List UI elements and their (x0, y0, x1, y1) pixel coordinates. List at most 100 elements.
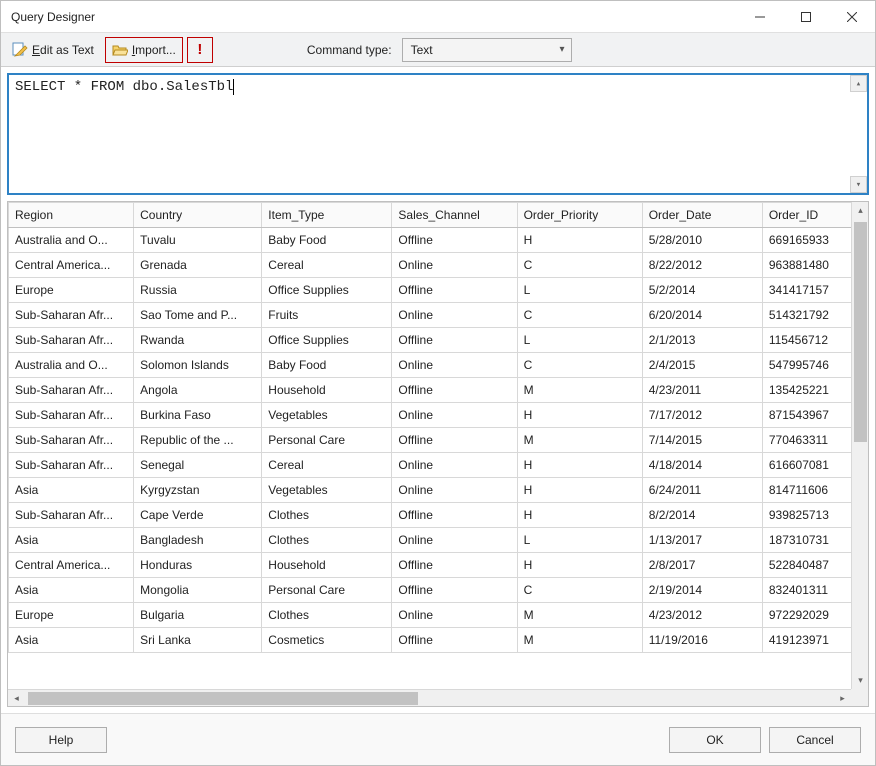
table-cell[interactable]: 341417157 (762, 278, 862, 303)
table-cell[interactable]: M (517, 378, 642, 403)
table-cell[interactable]: H (517, 403, 642, 428)
table-cell[interactable]: Republic of the ... (134, 428, 262, 453)
table-cell[interactable]: 6/20/2014 (642, 303, 762, 328)
table-row[interactable]: Sub-Saharan Afr...Republic of the ...Per… (9, 428, 863, 453)
table-cell[interactable]: H (517, 228, 642, 253)
table-cell[interactable]: 115456712 (762, 328, 862, 353)
table-cell[interactable]: 5/2/2014 (642, 278, 762, 303)
table-cell[interactable]: Angola (134, 378, 262, 403)
table-cell[interactable]: Russia (134, 278, 262, 303)
table-cell[interactable]: Offline (392, 628, 517, 653)
ok-button[interactable]: OK (669, 727, 761, 753)
table-cell[interactable]: H (517, 453, 642, 478)
table-cell[interactable]: L (517, 328, 642, 353)
table-cell[interactable]: M (517, 428, 642, 453)
table-cell[interactable]: Europe (9, 603, 134, 628)
table-cell[interactable]: 11/19/2016 (642, 628, 762, 653)
table-cell[interactable]: Household (262, 378, 392, 403)
table-cell[interactable]: Asia (9, 478, 134, 503)
table-row[interactable]: AsiaSri LankaCosmeticsOfflineM11/19/2016… (9, 628, 863, 653)
table-cell[interactable]: Asia (9, 578, 134, 603)
table-cell[interactable]: 2/1/2013 (642, 328, 762, 353)
table-cell[interactable]: 770463311 (762, 428, 862, 453)
table-cell[interactable]: Offline (392, 503, 517, 528)
table-cell[interactable]: M (517, 628, 642, 653)
import-button[interactable]: Import... (105, 37, 183, 63)
close-button[interactable] (829, 1, 875, 33)
table-cell[interactable]: 419123971 (762, 628, 862, 653)
table-cell[interactable]: L (517, 528, 642, 553)
table-cell[interactable]: 4/23/2012 (642, 603, 762, 628)
table-cell[interactable]: 669165933 (762, 228, 862, 253)
table-row[interactable]: Sub-Saharan Afr...Sao Tome and P...Fruit… (9, 303, 863, 328)
table-cell[interactable]: Office Supplies (262, 328, 392, 353)
table-cell[interactable]: Central America... (9, 253, 134, 278)
table-cell[interactable]: 832401311 (762, 578, 862, 603)
table-cell[interactable]: Offline (392, 278, 517, 303)
table-cell[interactable]: Central America... (9, 553, 134, 578)
table-cell[interactable]: Offline (392, 553, 517, 578)
table-cell[interactable]: C (517, 303, 642, 328)
table-cell[interactable]: Offline (392, 228, 517, 253)
table-cell[interactable]: Bulgaria (134, 603, 262, 628)
table-row[interactable]: Central America...GrenadaCerealOnlineC8/… (9, 253, 863, 278)
table-cell[interactable]: Rwanda (134, 328, 262, 353)
table-cell[interactable]: Online (392, 303, 517, 328)
table-cell[interactable]: Sub-Saharan Afr... (9, 378, 134, 403)
horizontal-scroll-thumb[interactable] (28, 692, 418, 705)
table-cell[interactable]: Kyrgyzstan (134, 478, 262, 503)
table-cell[interactable]: Grenada (134, 253, 262, 278)
table-cell[interactable]: Solomon Islands (134, 353, 262, 378)
table-cell[interactable]: Sub-Saharan Afr... (9, 303, 134, 328)
table-cell[interactable]: 616607081 (762, 453, 862, 478)
table-cell[interactable]: 187310731 (762, 528, 862, 553)
command-type-dropdown[interactable]: Text ▾ (402, 38, 572, 62)
table-cell[interactable]: M (517, 603, 642, 628)
table-cell[interactable]: Cosmetics (262, 628, 392, 653)
table-row[interactable]: AsiaMongoliaPersonal CareOfflineC2/19/20… (9, 578, 863, 603)
table-row[interactable]: Australia and O...TuvaluBaby FoodOffline… (9, 228, 863, 253)
table-cell[interactable]: Clothes (262, 528, 392, 553)
vertical-scroll-thumb[interactable] (854, 222, 867, 442)
col-order-priority[interactable]: Order_Priority (517, 203, 642, 228)
table-cell[interactable]: Online (392, 403, 517, 428)
table-cell[interactable]: Baby Food (262, 353, 392, 378)
maximize-button[interactable] (783, 1, 829, 33)
table-cell[interactable]: Online (392, 253, 517, 278)
table-cell[interactable]: Household (262, 553, 392, 578)
scroll-up-icon[interactable]: ▴ (852, 202, 869, 219)
table-cell[interactable]: C (517, 253, 642, 278)
table-cell[interactable]: Baby Food (262, 228, 392, 253)
table-cell[interactable]: Offline (392, 578, 517, 603)
table-cell[interactable]: Honduras (134, 553, 262, 578)
results-grid[interactable]: Region Country Item_Type Sales_Channel O… (8, 202, 863, 653)
table-row[interactable]: Central America...HondurasHouseholdOffli… (9, 553, 863, 578)
scroll-right-icon[interactable]: ▸ (834, 690, 851, 707)
table-cell[interactable]: Online (392, 478, 517, 503)
table-cell[interactable]: Sub-Saharan Afr... (9, 503, 134, 528)
col-country[interactable]: Country (134, 203, 262, 228)
table-cell[interactable]: 522840487 (762, 553, 862, 578)
editor-scroll-down[interactable]: ▾ (850, 176, 867, 193)
table-cell[interactable]: Europe (9, 278, 134, 303)
table-cell[interactable]: 4/18/2014 (642, 453, 762, 478)
table-cell[interactable]: 6/24/2011 (642, 478, 762, 503)
grid-horizontal-scrollbar[interactable]: ◂ ▸ (8, 689, 851, 706)
table-cell[interactable]: Offline (392, 328, 517, 353)
table-cell[interactable]: Tuvalu (134, 228, 262, 253)
table-cell[interactable]: Sub-Saharan Afr... (9, 428, 134, 453)
table-cell[interactable]: C (517, 578, 642, 603)
table-cell[interactable]: Online (392, 353, 517, 378)
minimize-button[interactable] (737, 1, 783, 33)
table-cell[interactable]: Online (392, 603, 517, 628)
table-cell[interactable]: Australia and O... (9, 353, 134, 378)
scroll-left-icon[interactable]: ◂ (8, 690, 25, 707)
table-cell[interactable]: 7/17/2012 (642, 403, 762, 428)
col-region[interactable]: Region (9, 203, 134, 228)
table-cell[interactable]: 5/28/2010 (642, 228, 762, 253)
table-cell[interactable]: Mongolia (134, 578, 262, 603)
table-cell[interactable]: Asia (9, 628, 134, 653)
scroll-down-icon[interactable]: ▾ (852, 672, 869, 689)
query-text-editor[interactable]: SELECT * FROM dbo.SalesTbl ▴ ▾ (7, 73, 869, 195)
table-cell[interactable]: Sub-Saharan Afr... (9, 403, 134, 428)
